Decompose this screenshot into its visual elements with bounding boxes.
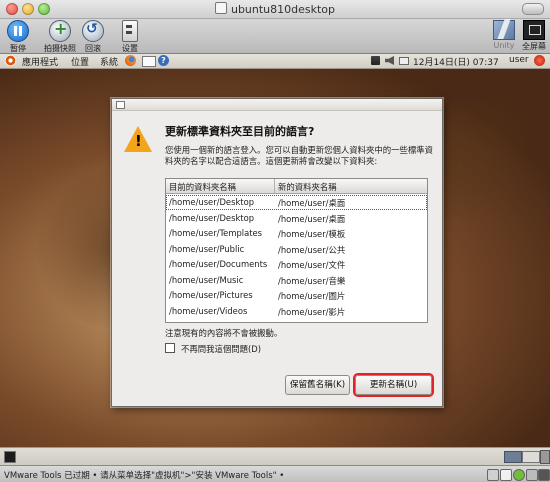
fullscreen-button[interactable]: 全屏幕: [519, 20, 549, 52]
pause-button[interactable]: 暂停: [4, 20, 32, 54]
warning-icon: !: [124, 126, 152, 152]
table-row[interactable]: /home/user/Public /home/user/公共: [166, 242, 427, 257]
dialog-title: 更新標準資料夾至目前的語言?: [165, 125, 315, 138]
column-current[interactable]: 目前的資料夾名稱: [169, 181, 236, 193]
hard-disk-icon[interactable]: [487, 469, 499, 481]
power-icon[interactable]: [534, 55, 545, 66]
window-title: ubuntu810desktop: [230, 3, 336, 16]
vm-toolbar: 暂停 拍摄快照 回滚 设置 Unity 全屏幕: [0, 19, 550, 54]
usb-icon[interactable]: [526, 469, 538, 481]
fullscreen-label: 全屏幕: [522, 42, 546, 51]
panel-clock[interactable]: 12月14日(日) 07:37: [413, 55, 499, 68]
settings-label: 设置: [122, 44, 138, 53]
trash-icon[interactable]: [540, 450, 550, 464]
table-row[interactable]: /home/user/Templates /home/user/模板: [166, 226, 427, 241]
dialog-titlebar: [112, 99, 442, 111]
table-row[interactable]: /home/user/Videos /home/user/影片: [166, 304, 427, 319]
menu-applications[interactable]: 應用程式: [22, 55, 58, 68]
settings-icon: [122, 20, 138, 42]
mail-icon[interactable]: [142, 56, 156, 67]
update-names-button[interactable]: 更新名稱(U): [355, 375, 432, 395]
firefox-icon[interactable]: [125, 55, 136, 66]
revert-label: 回滚: [85, 44, 101, 53]
panel-user[interactable]: user: [509, 55, 529, 65]
table-header: 目前的資料夾名稱 新的資料夾名稱: [166, 179, 427, 194]
toolbar-toggle-button[interactable]: [522, 3, 544, 15]
help-icon[interactable]: ?: [158, 55, 169, 66]
snapshot-label: 拍摄快照: [44, 44, 76, 53]
menu-system[interactable]: 系統: [100, 55, 118, 68]
sound-status-icon[interactable]: [538, 469, 550, 481]
table-row[interactable]: /home/user/Pictures /home/user/圖片: [166, 288, 427, 303]
dont-ask-checkbox-row[interactable]: 不再問我這個問題(D): [165, 343, 261, 355]
vm-icon: [214, 2, 227, 14]
network-status-icon[interactable]: [513, 469, 525, 481]
cd-icon[interactable]: [500, 469, 512, 481]
window-menu-icon[interactable]: [116, 101, 125, 109]
revert-icon: [82, 20, 104, 42]
unity-label: Unity: [493, 41, 515, 50]
workspace-1[interactable]: [504, 451, 522, 463]
unity-button[interactable]: Unity: [490, 20, 518, 50]
menu-places[interactable]: 位置: [71, 55, 89, 68]
dont-ask-checkbox[interactable]: [165, 343, 175, 353]
keep-old-names-button[interactable]: 保留舊名稱(K): [285, 375, 350, 395]
note-text: 注意現有的內容將不會被搬動。: [165, 328, 283, 338]
column-new[interactable]: 新的資料夾名稱: [278, 181, 337, 193]
ubuntu-bottom-panel: [0, 447, 550, 465]
notification-icon[interactable]: [399, 57, 409, 65]
dialog-description: 您使用一個新的語言登入。您可以自動更新您個人資料夾中的一些標準資料夾的名字以配合…: [165, 145, 433, 166]
revert-button[interactable]: 回滚: [80, 20, 106, 54]
workspace-2[interactable]: [522, 451, 540, 463]
fullscreen-icon: [523, 20, 545, 40]
unity-icon: [493, 20, 515, 40]
update-folders-dialog: ! 更新標準資料夾至目前的語言? 您使用一個新的語言登入。您可以自動更新您個人資…: [111, 98, 443, 407]
window-titlebar: ubuntu810desktop: [0, 0, 550, 19]
pause-icon: [7, 20, 29, 42]
snapshot-button[interactable]: 拍摄快照: [44, 19, 76, 54]
table-row[interactable]: /home/user/Desktop /home/user/桌面: [166, 211, 427, 226]
vm-status-bar: VMware Tools 已过期 • 请从菜单选择"虚拟机">"安装 VMwar…: [0, 465, 550, 482]
pause-label: 暂停: [10, 44, 26, 53]
show-desktop-icon[interactable]: [4, 451, 16, 463]
status-message: VMware Tools 已过期 • 请从菜单选择"虚拟机">"安装 VMwar…: [4, 471, 285, 481]
table-row[interactable]: /home/user/Documents /home/user/文件: [166, 257, 427, 272]
camera-plus-icon: [49, 19, 71, 42]
network-icon[interactable]: [371, 56, 380, 65]
ubuntu-top-panel: 應用程式 位置 系統 ? 12月14日(日) 07:37 user: [0, 54, 550, 69]
settings-button[interactable]: 设置: [118, 20, 142, 54]
volume-icon[interactable]: [385, 56, 394, 65]
ubuntu-logo-icon[interactable]: [5, 55, 16, 66]
table-row[interactable]: /home/user/Desktop /home/user/桌面: [166, 195, 427, 210]
dont-ask-label: 不再問我這個問題(D): [181, 344, 261, 354]
table-row[interactable]: /home/user/Music /home/user/音樂: [166, 273, 427, 288]
folders-table: 目前的資料夾名稱 新的資料夾名稱 /home/user/Desktop /hom…: [165, 178, 428, 323]
